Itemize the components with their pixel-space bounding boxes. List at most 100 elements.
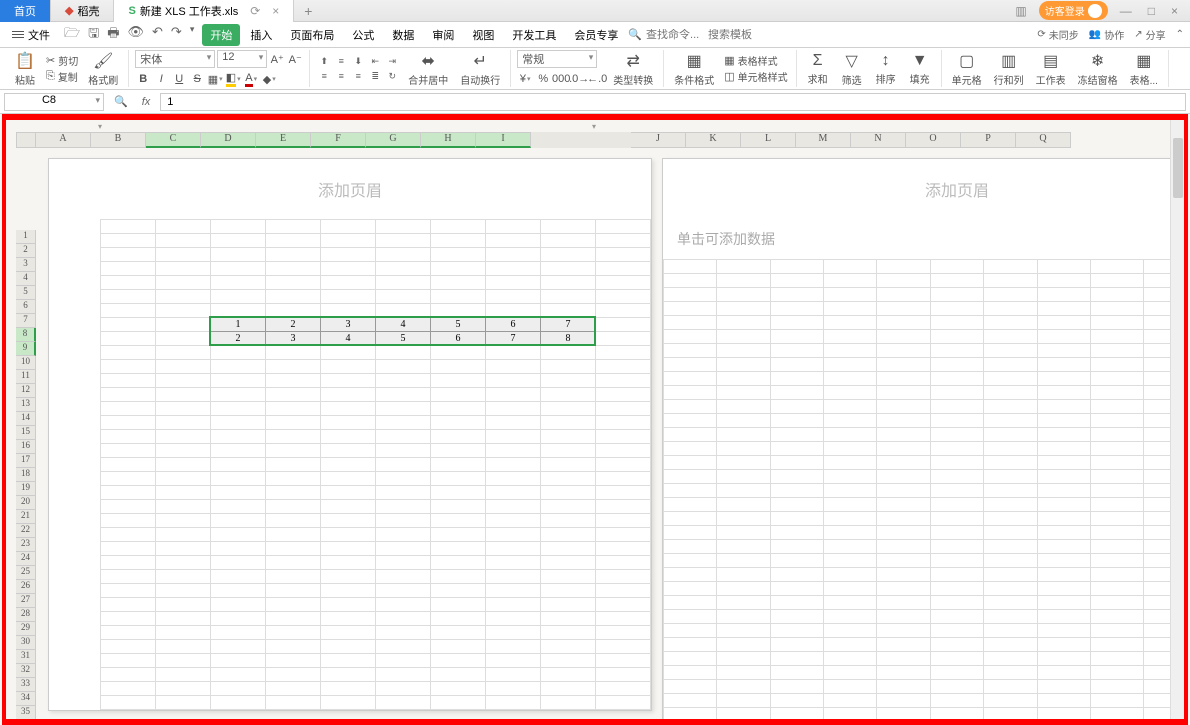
cell[interactable] [211,640,266,654]
cell[interactable] [376,696,431,710]
close-tab-icon[interactable]: ⟳ [242,4,260,18]
cell[interactable] [321,682,376,696]
cell[interactable] [486,486,541,500]
cell[interactable] [156,444,211,458]
docer-tab[interactable]: ◆ 稻壳 [51,0,114,22]
row-header-20[interactable]: 20 [16,496,36,510]
row-header-25[interactable]: 25 [16,566,36,580]
cell[interactable] [1037,344,1090,358]
cell[interactable] [664,694,717,708]
cell[interactable] [770,386,823,400]
copy-button[interactable]: ⎘复制 [44,69,80,84]
cell[interactable] [1037,414,1090,428]
cell[interactable] [156,416,211,430]
cell[interactable] [101,388,156,402]
cell[interactable] [930,666,983,680]
cell[interactable] [541,388,596,402]
cell[interactable] [376,430,431,444]
cell[interactable] [1037,596,1090,610]
cell[interactable] [717,400,770,414]
cell[interactable] [431,472,486,486]
cell[interactable] [321,234,376,248]
cell[interactable]: 8 [541,332,596,346]
cell[interactable] [717,568,770,582]
row-header-32[interactable]: 32 [16,664,36,678]
cell[interactable] [1090,484,1143,498]
cell[interactable] [1037,316,1090,330]
cell[interactable] [156,318,211,332]
cell[interactable] [824,708,877,722]
cell[interactable] [541,542,596,556]
cell[interactable] [1037,358,1090,372]
cell[interactable] [596,542,651,556]
cell[interactable] [541,248,596,262]
cell[interactable] [266,346,321,360]
cell[interactable] [984,400,1037,414]
cell[interactable] [717,414,770,428]
cell[interactable] [211,458,266,472]
cell[interactable] [431,640,486,654]
cell[interactable] [664,344,717,358]
cell[interactable] [211,682,266,696]
cell[interactable] [541,360,596,374]
cell[interactable] [984,596,1037,610]
cell[interactable] [376,374,431,388]
cell[interactable] [376,360,431,374]
cell[interactable] [596,556,651,570]
sort-button[interactable]: ↕排序 [871,52,901,86]
cell[interactable] [1090,428,1143,442]
cell[interactable] [1037,288,1090,302]
comma-button[interactable]: 000 [553,71,569,87]
cell[interactable] [770,428,823,442]
cell[interactable] [717,498,770,512]
cell[interactable] [717,652,770,666]
cell[interactable] [717,540,770,554]
cell[interactable] [211,542,266,556]
cell[interactable] [266,472,321,486]
cell[interactable] [877,456,930,470]
cell[interactable] [101,416,156,430]
cell[interactable] [431,360,486,374]
cell[interactable] [877,302,930,316]
name-box[interactable]: C8 [4,93,104,111]
cell[interactable] [877,694,930,708]
cell[interactable] [770,358,823,372]
cell[interactable] [770,568,823,582]
cell[interactable] [156,430,211,444]
cell[interactable] [824,498,877,512]
cell[interactable] [984,344,1037,358]
cell[interactable] [596,318,651,332]
cell[interactable] [321,472,376,486]
cell[interactable] [266,220,321,234]
cell[interactable] [321,248,376,262]
cell[interactable] [1090,596,1143,610]
cell[interactable] [824,330,877,344]
cell[interactable] [717,624,770,638]
cell[interactable] [596,458,651,472]
cell[interactable] [824,386,877,400]
cell[interactable] [156,458,211,472]
collab-button[interactable]: 👥协作 [1089,27,1124,42]
cell[interactable] [486,304,541,318]
collapse-ribbon-icon[interactable]: ⌃ [1176,29,1184,40]
cell[interactable] [321,584,376,598]
cell[interactable] [321,304,376,318]
cell[interactable] [211,472,266,486]
cell[interactable] [321,556,376,570]
cell[interactable] [717,442,770,456]
cell[interactable] [211,360,266,374]
cell[interactable] [770,666,823,680]
cell[interactable] [541,276,596,290]
select-all-corner[interactable] [16,132,36,148]
cell[interactable] [1090,288,1143,302]
cell[interactable] [266,626,321,640]
cell[interactable] [321,654,376,668]
cell[interactable] [101,290,156,304]
cell[interactable] [1090,330,1143,344]
cell[interactable] [664,302,717,316]
cell[interactable] [321,388,376,402]
cell[interactable] [770,708,823,722]
row-header-22[interactable]: 22 [16,524,36,538]
cell[interactable] [596,654,651,668]
cell[interactable] [596,668,651,682]
